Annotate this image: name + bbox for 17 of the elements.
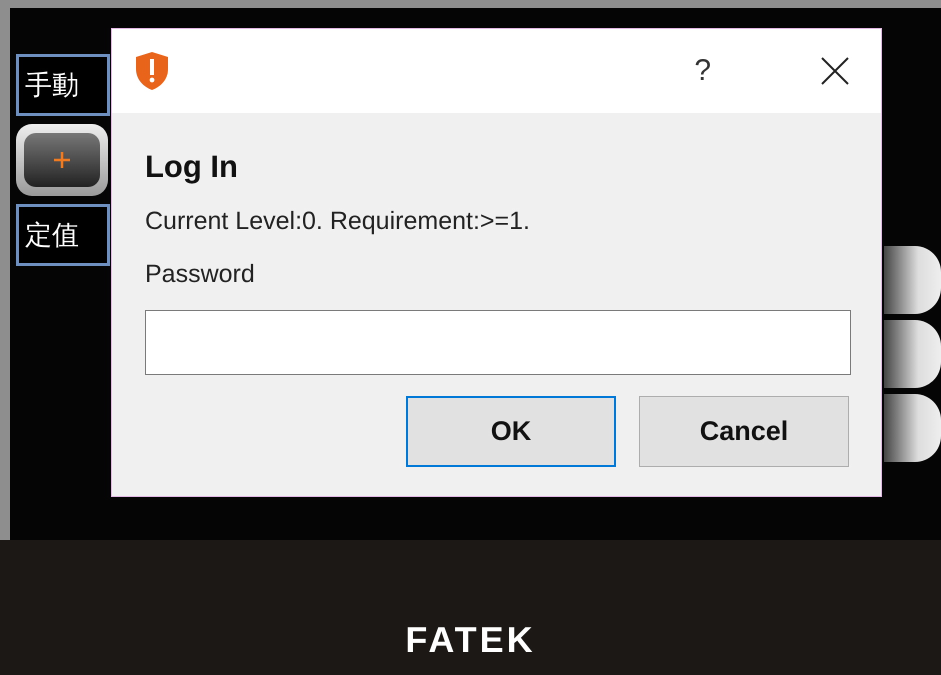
mode-label: 定值: [16, 204, 110, 266]
plus-button[interactable]: [16, 124, 108, 196]
panel-button[interactable]: [884, 246, 941, 314]
password-field[interactable]: [145, 310, 851, 375]
close-icon[interactable]: [819, 55, 851, 87]
ok-button[interactable]: OK: [406, 396, 616, 467]
panel-button[interactable]: [884, 320, 941, 388]
plus-icon: [52, 150, 72, 170]
help-button[interactable]: ?: [694, 54, 711, 88]
dialog-heading: Log In: [145, 149, 239, 185]
password-label: Password: [145, 260, 256, 289]
cancel-button[interactable]: Cancel: [639, 396, 849, 467]
level-message: Current Level:0. Requirement:>=1.: [145, 207, 531, 236]
brand-logo: FATEK: [405, 619, 536, 661]
panel-button[interactable]: [884, 394, 941, 462]
shield-icon: [134, 51, 170, 91]
mode-label: 手動: [16, 54, 110, 116]
